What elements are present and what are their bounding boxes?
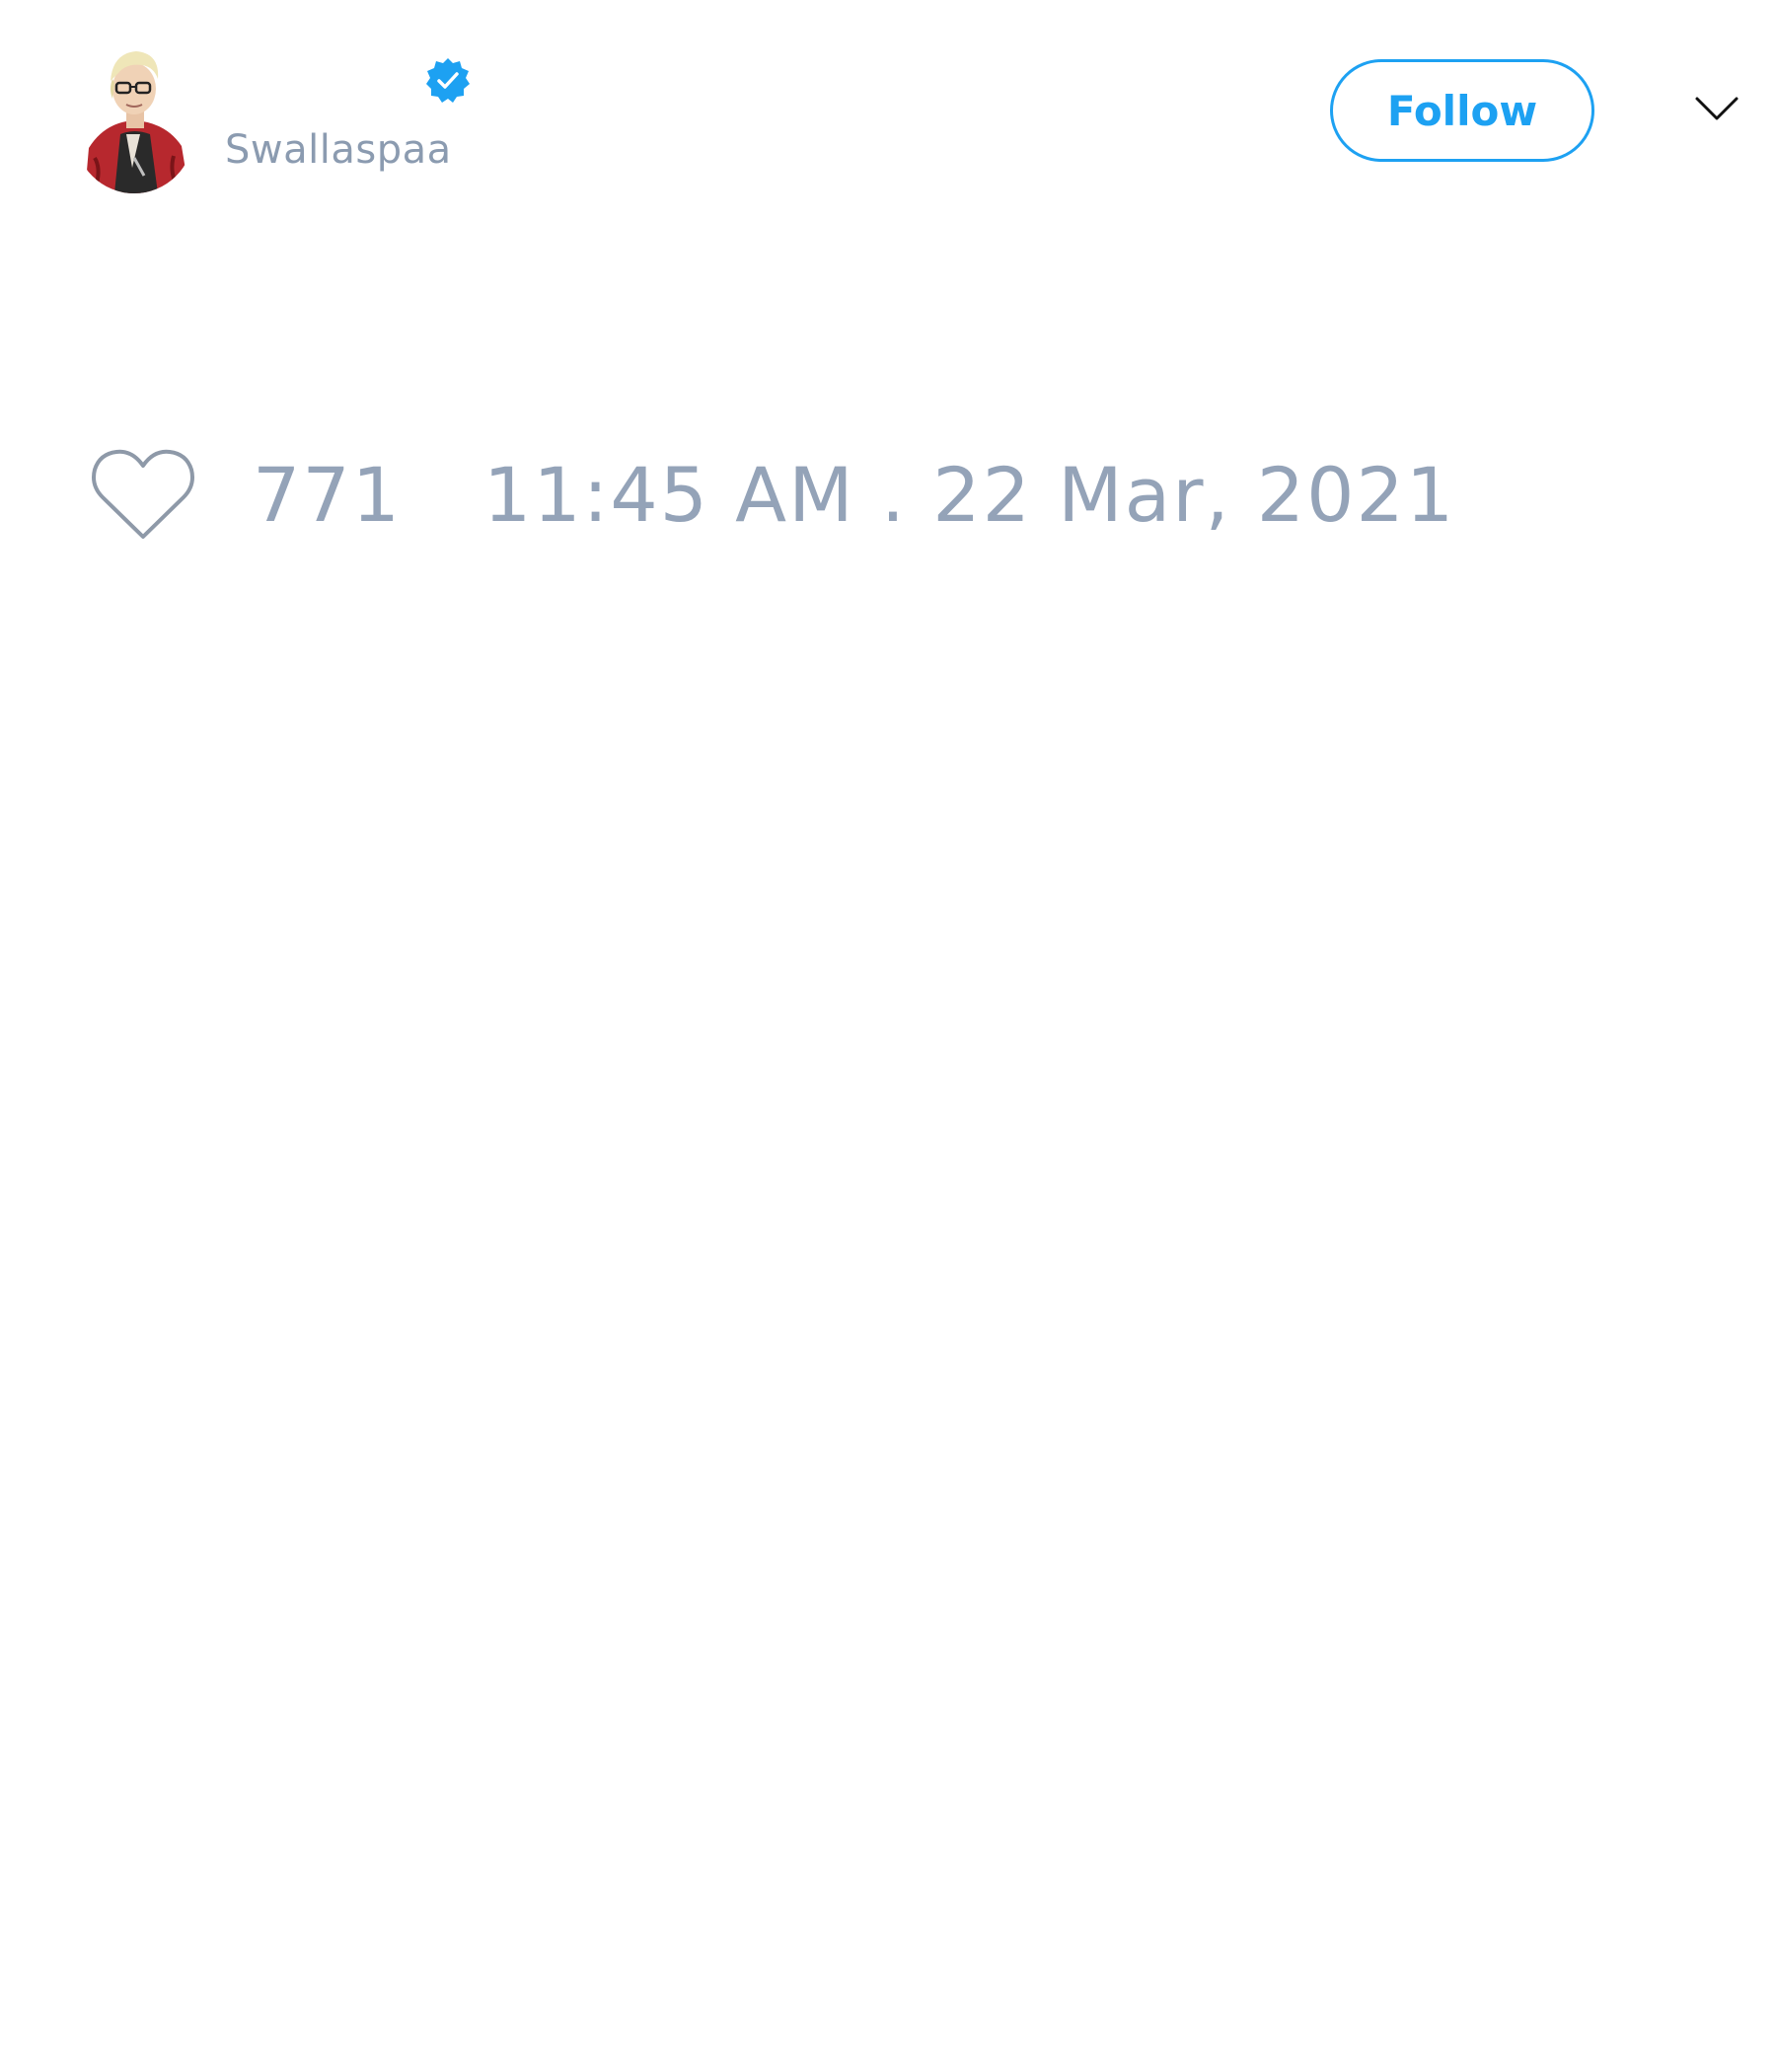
tweet-timestamp[interactable]: 11:45 AM . 22 Mar, 2021 (483, 454, 1455, 537)
author-handle[interactable]: Swallaspaa (225, 126, 452, 174)
chevron-down-icon[interactable] (1693, 93, 1740, 124)
heart-icon[interactable] (89, 446, 197, 545)
avatar-illustration (75, 39, 193, 193)
tweet-card: Swallaspaa Follow 771 11:45 AM . 22 Mar,… (0, 0, 1776, 2072)
like-count: 771 (253, 451, 403, 539)
verified-badge-icon (424, 56, 472, 104)
follow-button[interactable]: Follow (1330, 59, 1594, 162)
avatar[interactable] (75, 39, 193, 193)
